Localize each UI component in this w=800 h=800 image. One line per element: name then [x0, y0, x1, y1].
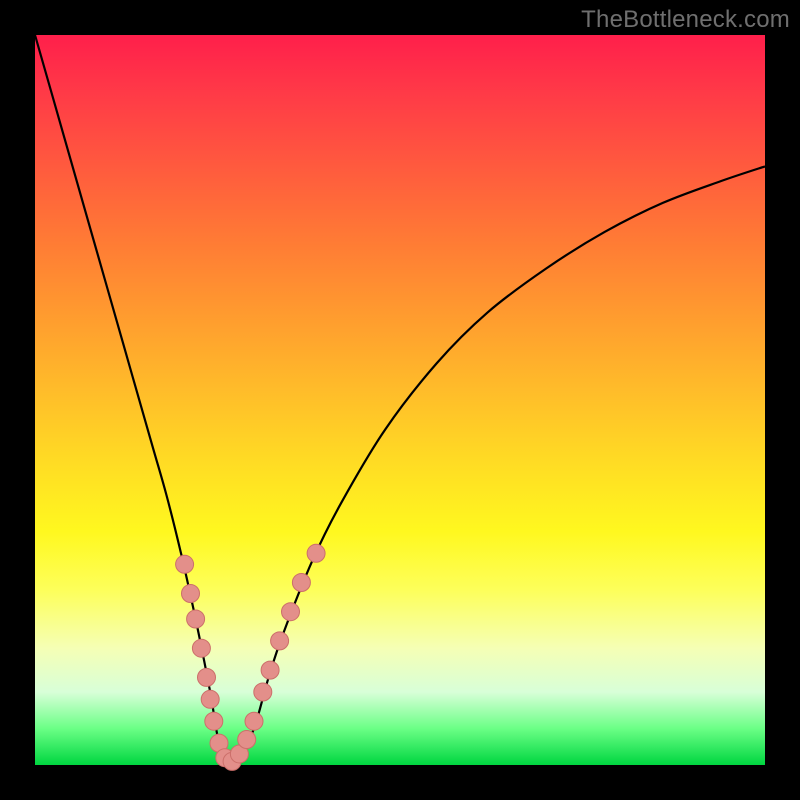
- chart-svg: [35, 35, 765, 765]
- curve-marker: [198, 668, 216, 686]
- curve-marker: [307, 544, 325, 562]
- bottleneck-curve: [35, 35, 765, 765]
- curve-marker: [201, 690, 219, 708]
- curve-markers: [176, 544, 326, 770]
- curve-marker: [292, 574, 310, 592]
- curve-marker: [182, 585, 200, 603]
- chart-frame: TheBottleneck.com: [0, 0, 800, 800]
- curve-marker: [261, 661, 279, 679]
- curve-marker: [271, 632, 289, 650]
- curve-marker: [176, 555, 194, 573]
- watermark-text: TheBottleneck.com: [581, 6, 790, 34]
- curve-marker: [245, 712, 263, 730]
- curve-marker: [238, 731, 256, 749]
- curve-marker: [205, 712, 223, 730]
- curve-marker: [282, 603, 300, 621]
- curve-marker: [254, 683, 272, 701]
- curve-marker: [192, 639, 210, 657]
- plot-area: [35, 35, 765, 765]
- curve-marker: [187, 610, 205, 628]
